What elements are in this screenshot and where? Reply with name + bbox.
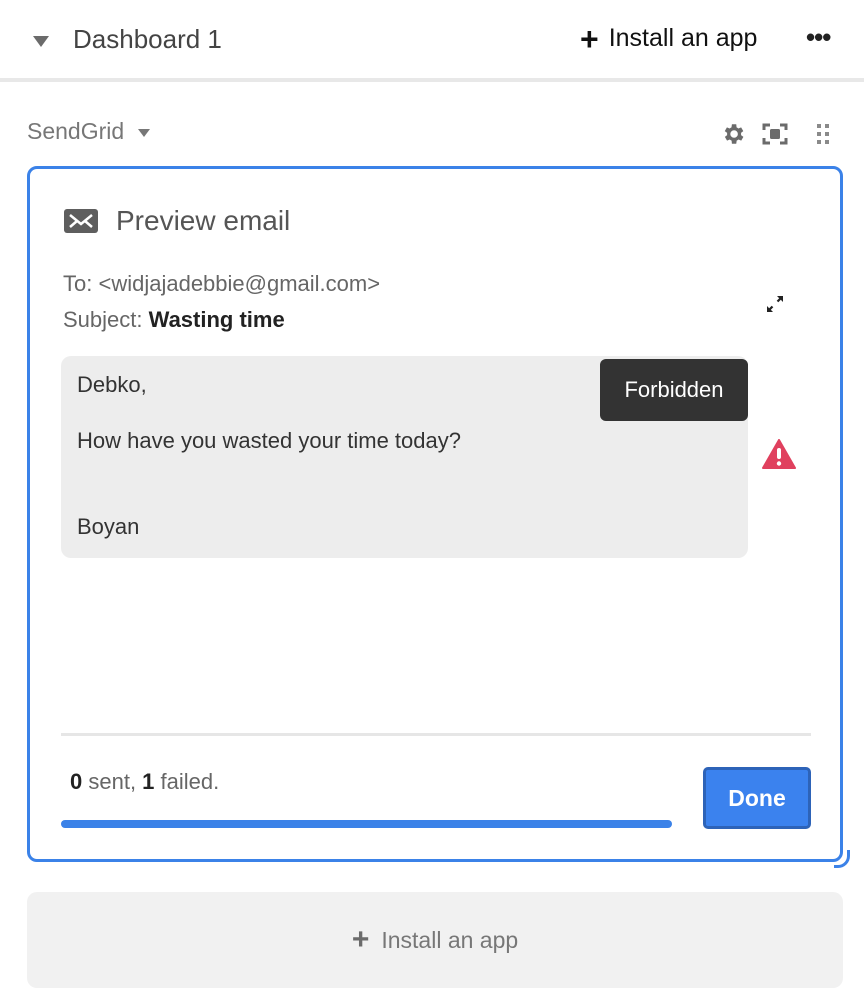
envelope-icon (64, 209, 98, 233)
dashboard-header: Dashboard 1 + Install an app ••• (0, 0, 864, 82)
chevron-down-icon (138, 128, 151, 137)
resize-handle[interactable] (834, 850, 850, 868)
recipient-line: To: <widjajadebbie@gmail.com> (63, 271, 380, 297)
progress-fill (61, 820, 672, 828)
install-app-card-button[interactable]: + Install an app (27, 892, 843, 988)
subject-value: Wasting time (148, 307, 285, 332)
to-label: To: (63, 271, 93, 296)
subject-label: Subject: (63, 307, 143, 332)
expand-icon[interactable] (764, 293, 786, 320)
error-tooltip: Forbidden (600, 359, 748, 421)
body-line: Boyan (77, 514, 140, 539)
preview-heading: Preview email (64, 205, 290, 237)
more-options-icon[interactable]: ••• (806, 22, 831, 53)
dashboard-title[interactable]: Dashboard 1 (73, 24, 222, 55)
body-line: Debko, (77, 372, 147, 397)
to-value: <widjajadebbie@gmail.com> (98, 271, 381, 296)
plus-icon: + (351, 923, 370, 956)
plus-icon: + (580, 20, 599, 57)
install-app-card-label: Install an app (381, 926, 519, 953)
install-app-label: Install an app (608, 24, 758, 52)
install-app-button[interactable]: + Install an app (580, 20, 758, 57)
failed-label: failed. (154, 769, 220, 794)
send-status: 0 sent, 1 failed. (70, 769, 219, 795)
app-toolbar (718, 120, 838, 148)
failed-count: 1 (142, 769, 155, 794)
sent-label: sent, (82, 769, 143, 794)
progress-bar (61, 820, 672, 828)
collapse-caret-icon[interactable] (33, 36, 49, 47)
app-name: SendGrid (27, 118, 125, 144)
done-button[interactable]: Done (703, 767, 811, 829)
focus-icon[interactable] (760, 120, 790, 148)
sent-count: 0 (70, 769, 83, 794)
app-selector[interactable]: SendGrid (27, 118, 151, 145)
warning-icon[interactable] (762, 439, 796, 474)
subject-line: Subject: Wasting time (63, 307, 285, 333)
divider (61, 733, 811, 736)
drag-handle-icon[interactable] (808, 120, 838, 148)
preview-title: Preview email (116, 205, 291, 236)
body-line: How have you wasted your time today? (77, 428, 461, 453)
sendgrid-app-card: Preview email To: <widjajadebbie@gmail.c… (27, 166, 843, 862)
gear-icon[interactable] (718, 120, 748, 148)
